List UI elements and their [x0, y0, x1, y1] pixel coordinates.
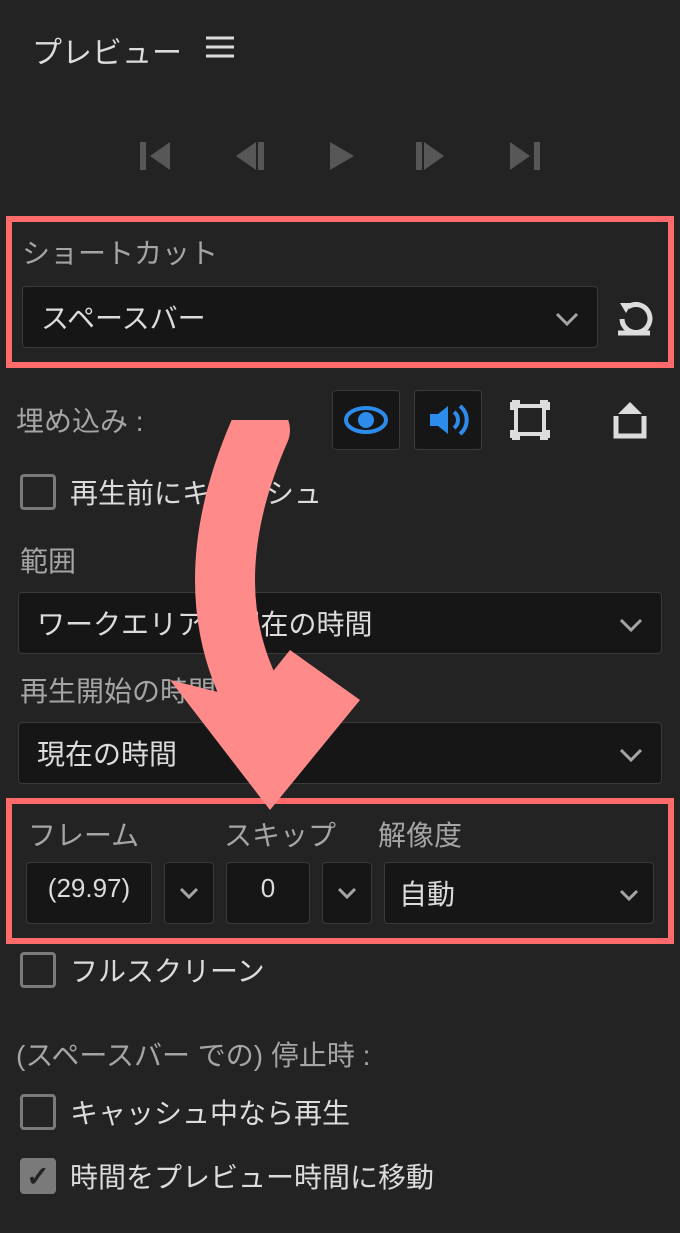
cache-before-play-checkbox[interactable] [20, 474, 56, 510]
frame-col-label: フレーム [28, 814, 224, 854]
output-toggle[interactable] [596, 390, 664, 450]
overlay-toggle[interactable] [496, 390, 564, 450]
fullscreen-checkbox[interactable] [20, 952, 56, 988]
playfrom-dropdown[interactable]: 現在の時間 [18, 722, 662, 784]
move-time-row: 時間をプレビュー時間に移動 [0, 1144, 680, 1208]
on-stop-label: (スペースバー での) 停止時 : [0, 1002, 680, 1080]
visibility-toggle[interactable] [332, 390, 400, 450]
cache-before-play-row: 再生前にキャッシュ [0, 460, 680, 524]
play-button[interactable] [320, 136, 360, 176]
cache-before-play-label: 再生前にキャッシュ [70, 472, 322, 512]
fullscreen-row: フルスクリーン [0, 944, 680, 1002]
chevron-down-icon [555, 301, 579, 333]
highlight-framerate: フレーム スキップ 解像度 (29.97) 0 自動 [6, 798, 674, 944]
move-time-checkbox[interactable] [20, 1158, 56, 1194]
play-if-caching-label: キャッシュ中なら再生 [70, 1092, 350, 1132]
shortcut-dropdown[interactable]: スペースバー [22, 286, 598, 348]
play-if-caching-checkbox[interactable] [20, 1094, 56, 1130]
play-if-caching-row: キャッシュ中なら再生 [0, 1080, 680, 1144]
playback-controls [0, 92, 680, 216]
chevron-down-icon [619, 877, 639, 909]
skip-input[interactable]: 0 [226, 862, 310, 924]
range-dropdown[interactable]: ワークエリアと現在の時間 [18, 592, 662, 654]
fullscreen-label: フルスクリーン [70, 950, 265, 990]
first-frame-button[interactable] [136, 136, 176, 176]
playfrom-label: 再生開始の時間 [0, 654, 680, 722]
prev-frame-button[interactable] [228, 136, 268, 176]
last-frame-button[interactable] [504, 136, 544, 176]
skip-chevron[interactable] [322, 862, 372, 924]
shortcut-value: スペースバー [41, 297, 206, 337]
range-value: ワークエリアと現在の時間 [37, 603, 372, 643]
move-time-label: 時間をプレビュー時間に移動 [70, 1156, 434, 1196]
frame-rate-input[interactable]: (29.97) [26, 862, 152, 924]
audio-toggle[interactable] [414, 390, 482, 450]
skip-col-label: スキップ [224, 814, 378, 854]
embed-row: 埋め込み : [0, 368, 680, 460]
range-label: 範囲 [0, 524, 680, 592]
playfrom-value: 現在の時間 [37, 733, 177, 773]
resolution-dropdown[interactable]: 自動 [384, 862, 654, 924]
shortcut-label: ショートカット [22, 232, 658, 272]
chevron-down-icon [619, 737, 643, 769]
chevron-down-icon [619, 607, 643, 639]
res-col-label: 解像度 [378, 814, 652, 854]
reset-button[interactable] [610, 293, 658, 341]
highlight-shortcut: ショートカット スペースバー [6, 216, 674, 368]
resolution-value: 自動 [399, 873, 455, 913]
frame-rate-chevron[interactable] [164, 862, 214, 924]
panel-title: プレビュー [32, 28, 182, 72]
next-frame-button[interactable] [412, 136, 452, 176]
panel-menu-icon[interactable] [206, 33, 234, 67]
panel-header: プレビュー [0, 0, 680, 92]
embed-label: 埋め込み : [16, 400, 332, 440]
